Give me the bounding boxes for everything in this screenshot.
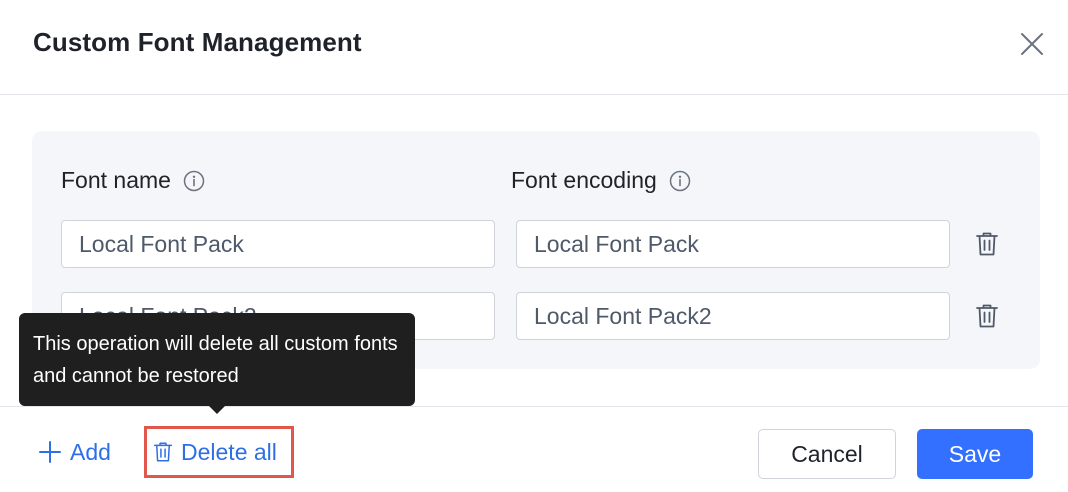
info-icon[interactable] bbox=[183, 170, 205, 192]
trash-icon bbox=[153, 441, 173, 463]
font-encoding-input[interactable] bbox=[516, 292, 950, 340]
trash-icon bbox=[975, 231, 999, 257]
tooltip-text: This operation will delete all custom fo… bbox=[33, 333, 398, 387]
close-button[interactable] bbox=[1016, 28, 1048, 60]
dialog-header: Custom Font Management bbox=[0, 0, 1068, 95]
save-button[interactable]: Save bbox=[917, 429, 1033, 479]
font-encoding-label: Font encoding bbox=[511, 167, 657, 193]
font-name-input[interactable] bbox=[61, 220, 495, 268]
row-delete-button[interactable] bbox=[973, 301, 1001, 331]
trash-icon bbox=[975, 303, 999, 329]
font-encoding-input[interactable] bbox=[516, 220, 950, 268]
row-delete-button[interactable] bbox=[973, 229, 1001, 259]
add-label: Add bbox=[70, 438, 111, 465]
cancel-button[interactable]: Cancel bbox=[758, 429, 896, 479]
close-icon bbox=[1020, 32, 1044, 56]
delete-all-tooltip: This operation will delete all custom fo… bbox=[19, 313, 415, 406]
delete-all-label: Delete all bbox=[181, 438, 277, 465]
delete-all-button[interactable]: Delete all bbox=[144, 426, 294, 478]
font-name-header: Font name bbox=[61, 167, 205, 194]
font-name-label: Font name bbox=[61, 167, 171, 193]
custom-font-dialog: Custom Font Management Font name Font en… bbox=[0, 0, 1068, 492]
dialog-title: Custom Font Management bbox=[33, 27, 362, 57]
tooltip-arrow bbox=[208, 405, 226, 414]
info-icon[interactable] bbox=[669, 170, 691, 192]
add-font-button[interactable]: Add bbox=[38, 426, 111, 478]
font-encoding-header: Font encoding bbox=[511, 167, 691, 194]
plus-icon bbox=[38, 440, 62, 464]
